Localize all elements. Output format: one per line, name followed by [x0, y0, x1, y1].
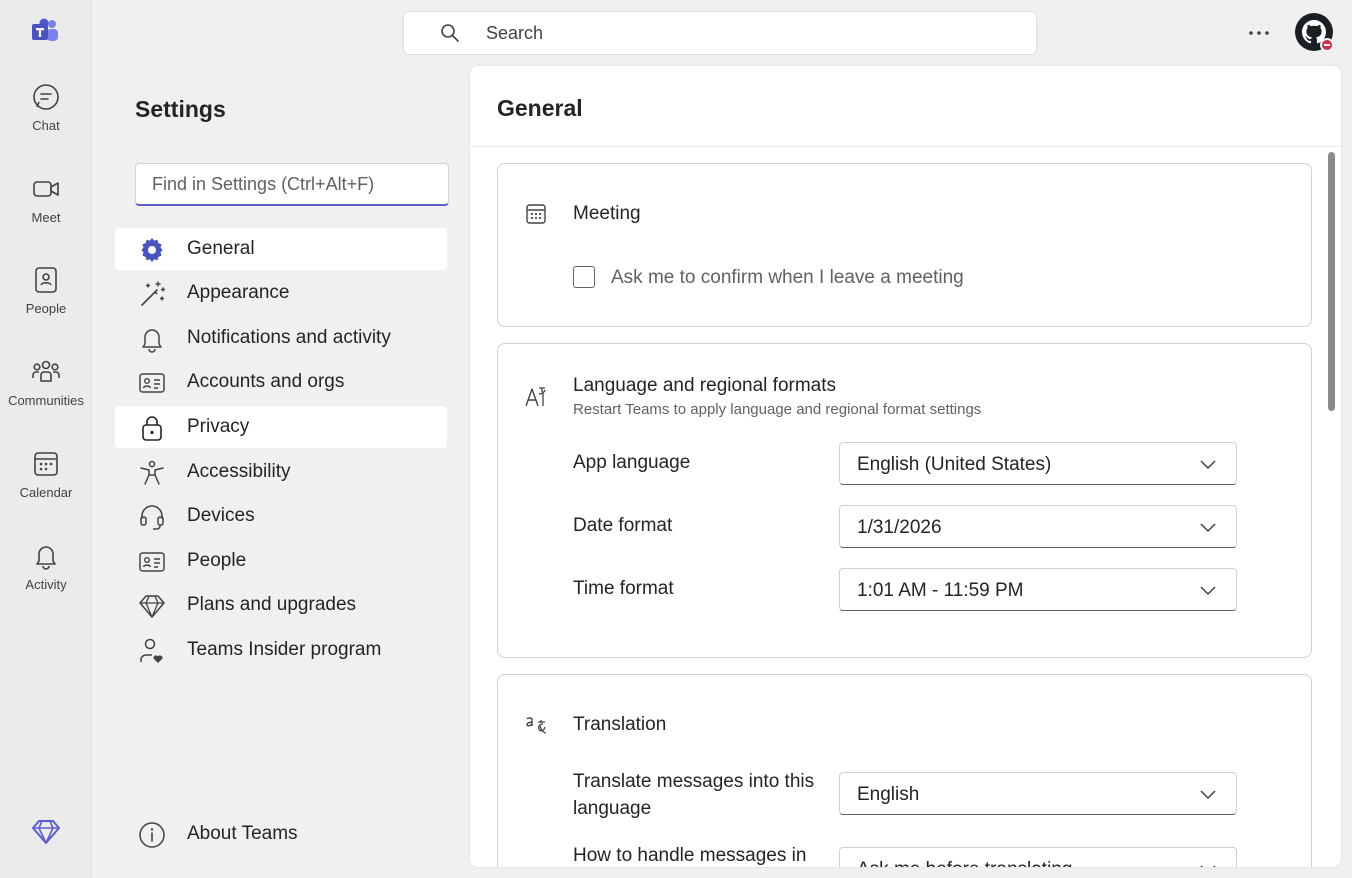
- nav-item-privacy[interactable]: Privacy: [115, 406, 447, 448]
- chevron-down-icon: [1200, 460, 1216, 470]
- nav-item-label: Plans and upgrades: [187, 594, 357, 615]
- time-format-label: Time format: [573, 578, 674, 599]
- chat-icon: [33, 84, 59, 110]
- calendar-icon: [526, 204, 546, 224]
- chevron-down-icon: [1200, 586, 1216, 596]
- chevron-down-icon: [1200, 523, 1216, 533]
- rail-calendar[interactable]: Calendar: [0, 449, 92, 529]
- language-card: Language and regional formats Restart Te…: [497, 343, 1312, 658]
- bell-icon: [36, 546, 56, 570]
- communities-icon: [32, 360, 60, 382]
- rail-people-label: People: [25, 301, 67, 316]
- nav-item-people[interactable]: People: [115, 540, 447, 582]
- find-in-settings-input[interactable]: [135, 163, 449, 206]
- nav-item-devices[interactable]: Devices: [115, 495, 447, 537]
- nav-item-accounts[interactable]: Accounts and orgs: [115, 361, 447, 403]
- rail-people[interactable]: People: [0, 265, 92, 345]
- date-format-dropdown[interactable]: 1/31/2026: [839, 505, 1237, 548]
- language-title: Language and regional formats: [573, 375, 837, 396]
- diamond-icon: [139, 595, 165, 618]
- app-language-value: English (United States): [857, 454, 1052, 475]
- rail-meet-label: Meet: [31, 210, 61, 225]
- bell-icon: [142, 329, 162, 353]
- scrollbar-thumb[interactable]: [1328, 152, 1335, 411]
- settings-title: Settings: [135, 96, 226, 122]
- global-search-box[interactable]: Search: [403, 11, 1037, 55]
- page-title: General: [497, 95, 583, 121]
- language-icon: [525, 387, 546, 407]
- presence-busy-badge: [1320, 38, 1334, 52]
- nav-item-label: Notifications and activity: [187, 327, 391, 348]
- id-card-icon: [139, 373, 165, 393]
- translate-into-dropdown[interactable]: English: [839, 772, 1237, 815]
- person-heart-icon: [140, 638, 163, 663]
- nav-item-label: Accounts and orgs: [187, 371, 345, 392]
- handle-messages-dropdown[interactable]: Ask me before translating: [839, 847, 1237, 867]
- contact-card-icon: [139, 552, 165, 572]
- video-camera-icon: [33, 181, 59, 197]
- rail-activity-label: Activity: [25, 577, 67, 592]
- nav-item-insider[interactable]: Teams Insider program: [115, 629, 447, 671]
- rail-communities-label: Communities: [8, 393, 84, 408]
- nav-item-label: About Teams: [187, 823, 298, 844]
- handle-messages-value: Ask me before translating: [857, 859, 1072, 867]
- translate-icon: [526, 717, 547, 734]
- nav-item-label: Accessibility: [187, 461, 291, 482]
- app-rail: Chat Meet People Communities Calendar Ac…: [0, 0, 92, 878]
- global-search-placeholder: Search: [486, 22, 544, 43]
- rail-meet[interactable]: Meet: [0, 174, 92, 254]
- nav-item-appearance[interactable]: Appearance: [115, 272, 447, 314]
- nav-item-label: Teams Insider program: [187, 639, 382, 660]
- nav-item-label: Devices: [187, 505, 255, 526]
- nav-item-about[interactable]: About Teams: [115, 813, 447, 855]
- time-format-dropdown[interactable]: 1:01 AM - 11:59 PM: [839, 568, 1237, 611]
- time-format-value: 1:01 AM - 11:59 PM: [857, 580, 1024, 601]
- nav-item-label: People: [187, 550, 247, 571]
- handle-messages-label: How to handle messages in: [573, 845, 807, 866]
- contact-book-icon: [35, 267, 57, 293]
- translation-card: Translation Translate messages into this…: [497, 674, 1312, 867]
- premium-diamond-icon[interactable]: [31, 818, 61, 851]
- divider: [470, 146, 1341, 147]
- nav-item-plans[interactable]: Plans and upgrades: [115, 584, 447, 626]
- date-format-value: 1/31/2026: [857, 517, 942, 538]
- meeting-card: Meeting Ask me to confirm when I leave a…: [497, 163, 1312, 327]
- nav-item-notifications[interactable]: Notifications and activity: [115, 317, 447, 359]
- meeting-title: Meeting: [573, 203, 641, 224]
- date-format-label: Date format: [573, 515, 673, 536]
- app-language-label: App language: [573, 452, 691, 473]
- lock-icon: [142, 416, 162, 441]
- calendar-icon: [34, 452, 58, 476]
- translate-into-value: English: [857, 784, 920, 805]
- accessibility-icon: [140, 460, 164, 485]
- app-language-dropdown[interactable]: English (United States): [839, 442, 1237, 485]
- nav-item-label: General: [187, 238, 255, 259]
- confirm-leave-meeting-label[interactable]: Ask me to confirm when I leave a meeting: [611, 267, 964, 289]
- nav-item-label: Appearance: [187, 282, 290, 303]
- language-subtitle: Restart Teams to apply language and regi…: [573, 401, 982, 418]
- confirm-leave-meeting-checkbox[interactable]: [573, 266, 595, 288]
- rail-calendar-label: Calendar: [19, 485, 73, 500]
- general-settings-panel: General Meeting Ask me to confirm when I…: [470, 66, 1341, 867]
- translate-into-label: Translate messages into this language: [573, 771, 815, 819]
- rail-communities[interactable]: Communities: [0, 357, 92, 437]
- teams-logo-icon: [30, 18, 62, 46]
- rail-chat-label: Chat: [32, 118, 60, 133]
- rail-activity[interactable]: Activity: [0, 541, 92, 621]
- rail-chat[interactable]: Chat: [0, 82, 92, 162]
- translation-title: Translation: [573, 714, 667, 735]
- nav-item-label: Privacy: [187, 416, 250, 437]
- nav-item-general[interactable]: General: [115, 228, 447, 270]
- chevron-down-icon: [1200, 865, 1216, 867]
- nav-item-accessibility[interactable]: Accessibility: [115, 451, 447, 493]
- more-options-icon[interactable]: [1246, 20, 1272, 46]
- headset-icon: [140, 505, 164, 530]
- info-icon: [139, 822, 165, 848]
- chevron-down-icon: [1200, 790, 1216, 800]
- gear-icon: [141, 238, 163, 262]
- magic-wand-icon: [141, 281, 166, 306]
- search-icon: [441, 24, 459, 42]
